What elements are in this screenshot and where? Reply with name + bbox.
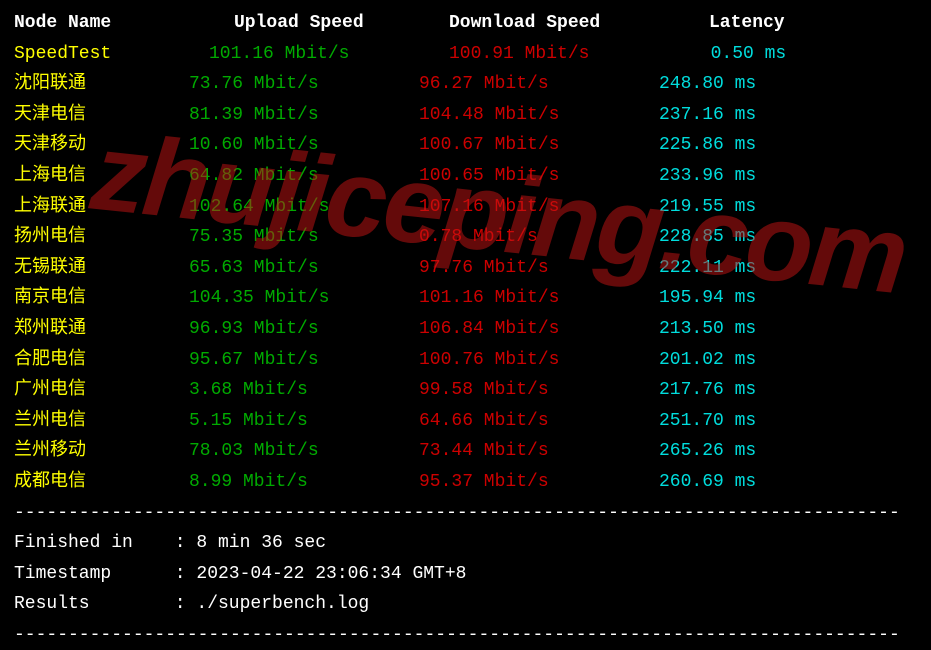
row-download: 101.16 Mbit/s bbox=[419, 283, 659, 314]
row-upload: 8.99 Mbit/s bbox=[189, 467, 419, 498]
table-header: Node Name Upload Speed Download Speed La… bbox=[14, 8, 917, 39]
footer-results: Results : ./superbench.log bbox=[14, 589, 917, 620]
table-row: 扬州电信75.35 Mbit/s0.78 Mbit/s228.85 ms bbox=[14, 222, 917, 253]
row-node: 上海联通 bbox=[14, 192, 189, 223]
table-row: 兰州电信5.15 Mbit/s64.66 Mbit/s251.70 ms bbox=[14, 406, 917, 437]
row-download: 99.58 Mbit/s bbox=[419, 375, 659, 406]
row-upload: 3.68 Mbit/s bbox=[189, 375, 419, 406]
finished-value: 8 min 36 sec bbox=[196, 533, 326, 553]
row-download: 100.65 Mbit/s bbox=[419, 161, 659, 192]
row-latency: 201.02 ms bbox=[659, 345, 756, 376]
row-node: 南京电信 bbox=[14, 283, 189, 314]
row-latency: 233.96 ms bbox=[659, 161, 756, 192]
row-download: 96.27 Mbit/s bbox=[419, 69, 659, 100]
timestamp-label: Timestamp bbox=[14, 559, 164, 590]
speedtest-upload: 101.16 Mbit/s bbox=[189, 39, 419, 70]
row-upload: 75.35 Mbit/s bbox=[189, 222, 419, 253]
row-upload: 5.15 Mbit/s bbox=[189, 406, 419, 437]
row-upload: 65.63 Mbit/s bbox=[189, 253, 419, 284]
row-latency: 219.55 ms bbox=[659, 192, 756, 223]
row-download: 104.48 Mbit/s bbox=[419, 100, 659, 131]
row-download: 95.37 Mbit/s bbox=[419, 467, 659, 498]
row-latency: 265.26 ms bbox=[659, 436, 756, 467]
row-node: 扬州电信 bbox=[14, 222, 189, 253]
row-upload: 73.76 Mbit/s bbox=[189, 69, 419, 100]
row-download: 100.67 Mbit/s bbox=[419, 130, 659, 161]
footer-timestamp: Timestamp : 2023-04-22 23:06:34 GMT+8 bbox=[14, 559, 917, 590]
table-row: 南京电信104.35 Mbit/s101.16 Mbit/s195.94 ms bbox=[14, 283, 917, 314]
row-latency: 225.86 ms bbox=[659, 130, 756, 161]
table-row: 天津电信81.39 Mbit/s104.48 Mbit/s237.16 ms bbox=[14, 100, 917, 131]
header-download: Download Speed bbox=[419, 8, 659, 39]
row-latency: 260.69 ms bbox=[659, 467, 756, 498]
table-row: 成都电信8.99 Mbit/s95.37 Mbit/s260.69 ms bbox=[14, 467, 917, 498]
speedtest-node: SpeedTest bbox=[14, 39, 189, 70]
row-upload: 95.67 Mbit/s bbox=[189, 345, 419, 376]
row-download: 73.44 Mbit/s bbox=[419, 436, 659, 467]
row-upload: 81.39 Mbit/s bbox=[189, 100, 419, 131]
speedtest-download: 100.91 Mbit/s bbox=[419, 39, 659, 70]
row-node: 合肥电信 bbox=[14, 345, 189, 376]
results-value: ./superbench.log bbox=[196, 594, 369, 614]
row-latency: 248.80 ms bbox=[659, 69, 756, 100]
row-latency: 195.94 ms bbox=[659, 283, 756, 314]
row-node: 无锡联通 bbox=[14, 253, 189, 284]
table-row: 上海联通102.64 Mbit/s107.16 Mbit/s219.55 ms bbox=[14, 192, 917, 223]
row-node: 天津移动 bbox=[14, 130, 189, 161]
row-node: 成都电信 bbox=[14, 467, 189, 498]
row-download: 106.84 Mbit/s bbox=[419, 314, 659, 345]
table-row: 无锡联通65.63 Mbit/s97.76 Mbit/s222.11 ms bbox=[14, 253, 917, 284]
results-label: Results bbox=[14, 589, 164, 620]
table-row: 沈阳联通73.76 Mbit/s96.27 Mbit/s248.80 ms bbox=[14, 69, 917, 100]
row-upload: 96.93 Mbit/s bbox=[189, 314, 419, 345]
row-latency: 237.16 ms bbox=[659, 100, 756, 131]
table-row: 广州电信3.68 Mbit/s99.58 Mbit/s217.76 ms bbox=[14, 375, 917, 406]
table-row: 合肥电信95.67 Mbit/s100.76 Mbit/s201.02 ms bbox=[14, 345, 917, 376]
row-node: 兰州移动 bbox=[14, 436, 189, 467]
row-latency: 228.85 ms bbox=[659, 222, 756, 253]
row-download: 0.78 Mbit/s bbox=[419, 222, 659, 253]
row-upload: 10.60 Mbit/s bbox=[189, 130, 419, 161]
row-download: 100.76 Mbit/s bbox=[419, 345, 659, 376]
row-node: 沈阳联通 bbox=[14, 69, 189, 100]
row-node: 兰州电信 bbox=[14, 406, 189, 437]
table-row: 上海电信64.82 Mbit/s100.65 Mbit/s233.96 ms bbox=[14, 161, 917, 192]
row-latency: 217.76 ms bbox=[659, 375, 756, 406]
header-upload: Upload Speed bbox=[189, 8, 419, 39]
row-latency: 222.11 ms bbox=[659, 253, 756, 284]
table-row: 兰州移动78.03 Mbit/s73.44 Mbit/s265.26 ms bbox=[14, 436, 917, 467]
table-row: 郑州联通96.93 Mbit/s106.84 Mbit/s213.50 ms bbox=[14, 314, 917, 345]
row-download: 97.76 Mbit/s bbox=[419, 253, 659, 284]
speedtest-latency: 0.50 ms bbox=[659, 39, 786, 70]
header-node: Node Name bbox=[14, 8, 189, 39]
row-upload: 102.64 Mbit/s bbox=[189, 192, 419, 223]
row-upload: 64.82 Mbit/s bbox=[189, 161, 419, 192]
row-upload: 104.35 Mbit/s bbox=[189, 283, 419, 314]
row-node: 广州电信 bbox=[14, 375, 189, 406]
row-latency: 251.70 ms bbox=[659, 406, 756, 437]
finished-label: Finished in bbox=[14, 528, 164, 559]
row-node: 郑州联通 bbox=[14, 314, 189, 345]
row-node: 上海电信 bbox=[14, 161, 189, 192]
timestamp-value: 2023-04-22 23:06:34 GMT+8 bbox=[196, 564, 466, 584]
row-download: 64.66 Mbit/s bbox=[419, 406, 659, 437]
footer-finished: Finished in : 8 min 36 sec bbox=[14, 528, 917, 559]
row-download: 107.16 Mbit/s bbox=[419, 192, 659, 223]
divider-line-bottom: ----------------------------------------… bbox=[14, 620, 917, 650]
speedtest-row: SpeedTest 101.16 Mbit/s 100.91 Mbit/s 0.… bbox=[14, 39, 917, 70]
row-node: 天津电信 bbox=[14, 100, 189, 131]
header-latency: Latency bbox=[659, 8, 785, 39]
divider-line: ----------------------------------------… bbox=[14, 498, 917, 529]
row-upload: 78.03 Mbit/s bbox=[189, 436, 419, 467]
table-row: 天津移动10.60 Mbit/s100.67 Mbit/s225.86 ms bbox=[14, 130, 917, 161]
row-latency: 213.50 ms bbox=[659, 314, 756, 345]
